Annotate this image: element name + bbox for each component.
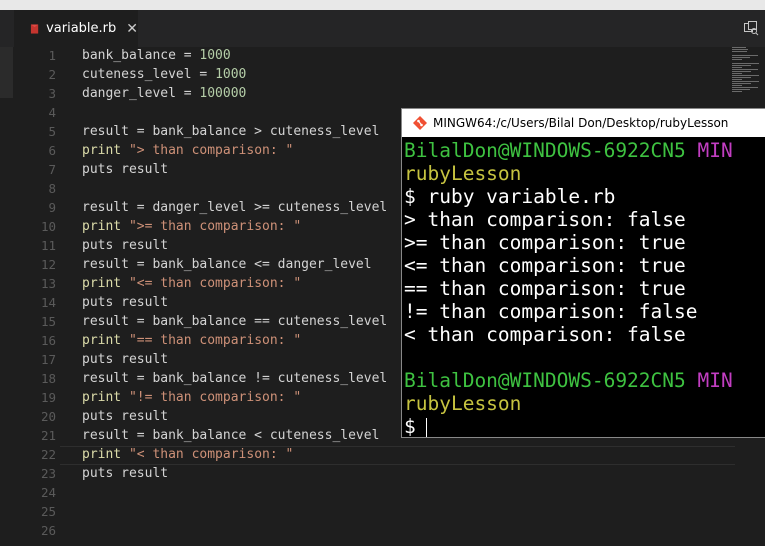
text-cursor — [425, 417, 427, 437]
line-number: 16 — [40, 333, 56, 348]
line-number: 18 — [40, 371, 56, 386]
code-line: print "!= than comparison: " — [82, 388, 301, 407]
terminal-prompt-line: BilalDon@WINDOWS-6922CN5 MIN — [404, 369, 733, 392]
terminal-output-line: <= than comparison: true — [404, 254, 686, 277]
line-number: 3 — [48, 86, 56, 101]
prompt-user: BilalDon@WINDOWS-6922CN5 — [404, 139, 686, 162]
keyword: print — [82, 390, 129, 405]
line-number: 22 — [40, 447, 56, 462]
prompt-dir: rubyLesson — [404, 392, 522, 415]
terminal-output-line: != than comparison: false — [404, 300, 698, 323]
line-number: 20 — [40, 409, 56, 424]
prompt-env: MIN — [697, 369, 733, 392]
keyword: print — [82, 143, 129, 158]
terminal-title: MINGW64:/c/Users/Bilal Don/Desktop/rubyL… — [433, 116, 729, 130]
number-literal: 100000 — [199, 86, 247, 101]
code-line: danger_level = 100000 — [82, 84, 246, 103]
code-line: result = bank_balance == cuteness_level — [82, 314, 388, 329]
line-number: 15 — [40, 314, 56, 329]
line-number: 25 — [40, 504, 56, 519]
string-literal: "!= than comparison: " — [128, 390, 302, 405]
tab-bar: variable.rb ✕ — [0, 10, 765, 47]
code-line: puts result — [82, 409, 169, 424]
code-line: puts result — [82, 295, 169, 310]
keyword: print — [82, 447, 129, 462]
line-number: 14 — [40, 295, 56, 310]
terminal-output-line: > than comparison: false — [404, 208, 686, 231]
code-line: cuteness_level = 1000 — [82, 65, 246, 84]
line-number: 19 — [40, 390, 56, 405]
terminal-window[interactable]: MINGW64:/c/Users/Bilal Don/Desktop/rubyL… — [401, 108, 765, 438]
code-text: danger_level = — [82, 86, 200, 101]
keyword: print — [82, 276, 129, 291]
code-line: result = danger_level >= cuteness_level — [82, 200, 388, 215]
line-number-gutter: 1 2 3 4 5 6 7 8 9 10 11 12 13 14 15 16 1… — [0, 47, 60, 546]
code-line: result = bank_balance <= danger_level — [82, 257, 372, 272]
string-literal: "== than comparison: " — [128, 333, 302, 348]
line-number: 13 — [40, 276, 56, 291]
line-number: 23 — [40, 466, 56, 481]
prompt-user: BilalDon@WINDOWS-6922CN5 — [404, 369, 686, 392]
line-number: 5 — [48, 124, 56, 139]
tab-variable-rb[interactable]: variable.rb ✕ — [14, 10, 138, 47]
prompt-dir: rubyLesson — [404, 162, 522, 185]
line-number: 24 — [40, 485, 56, 500]
terminal-output-line: >= than comparison: true — [404, 231, 686, 254]
line-number: 11 — [40, 238, 56, 253]
code-line: print "< than comparison: " — [82, 445, 293, 464]
line-number: 26 — [40, 523, 56, 538]
terminal-command: $ ruby variable.rb — [404, 185, 616, 208]
line-number: 12 — [40, 257, 56, 272]
git-bash-icon — [413, 116, 427, 130]
tab-label: variable.rb — [46, 21, 117, 36]
terminal-output[interactable]: BilalDon@WINDOWS-6922CN5 MIN rubyLesson … — [404, 139, 765, 437]
line-number: 21 — [40, 428, 56, 443]
code-line: puts result — [82, 238, 169, 253]
line-number: 7 — [48, 162, 56, 177]
line-number: 4 — [48, 105, 56, 120]
string-literal: ">= than comparison: " — [128, 219, 302, 234]
number-literal: 1000 — [199, 48, 231, 63]
code-text: bank_balance = — [82, 48, 200, 63]
close-icon[interactable]: ✕ — [126, 21, 138, 37]
split-editor-icon[interactable] — [743, 20, 759, 36]
code-text: cuteness_level = — [82, 67, 216, 82]
line-number: 2 — [48, 67, 56, 82]
terminal-output-line: < than comparison: false — [404, 323, 686, 346]
code-line: print "> than comparison: " — [82, 141, 293, 160]
terminal-prompt-line: BilalDon@WINDOWS-6922CN5 MIN — [404, 139, 733, 162]
terminal-output-line: == than comparison: true — [404, 277, 686, 300]
string-literal: "> than comparison: " — [128, 143, 294, 158]
code-line: result = bank_balance < cuteness_level — [82, 428, 380, 443]
terminal-input-line[interactable]: $ — [404, 415, 427, 437]
string-literal: "< than comparison: " — [128, 447, 294, 462]
code-line: bank_balance = 1000 — [82, 46, 231, 65]
code-line: puts result — [82, 352, 169, 367]
code-line: puts result — [82, 466, 169, 481]
line-number: 1 — [48, 48, 56, 63]
string-literal: "<= than comparison: " — [128, 276, 302, 291]
code-line: print ">= than comparison: " — [82, 217, 301, 236]
code-line: puts result — [82, 162, 169, 177]
keyword: print — [82, 219, 129, 234]
ruby-file-icon — [30, 23, 39, 34]
code-line: print "<= than comparison: " — [82, 274, 301, 293]
window-top-strip — [0, 0, 765, 10]
line-number: 10 — [40, 219, 56, 234]
keyword: print — [82, 333, 129, 348]
code-line: result = bank_balance != cuteness_level — [82, 371, 388, 386]
line-number: 17 — [40, 352, 56, 367]
line-number: 9 — [48, 200, 56, 215]
code-line: print "== than comparison: " — [82, 331, 301, 350]
line-number: 6 — [48, 143, 56, 158]
terminal-title-bar[interactable]: MINGW64:/c/Users/Bilal Don/Desktop/rubyL… — [402, 109, 765, 137]
prompt-symbol: $ — [404, 415, 416, 437]
line-number: 8 — [48, 181, 56, 196]
minimap[interactable] — [732, 47, 762, 93]
prompt-env: MIN — [697, 139, 733, 162]
code-line: result = bank_balance > cuteness_level — [82, 124, 380, 139]
number-literal: 1000 — [215, 67, 247, 82]
